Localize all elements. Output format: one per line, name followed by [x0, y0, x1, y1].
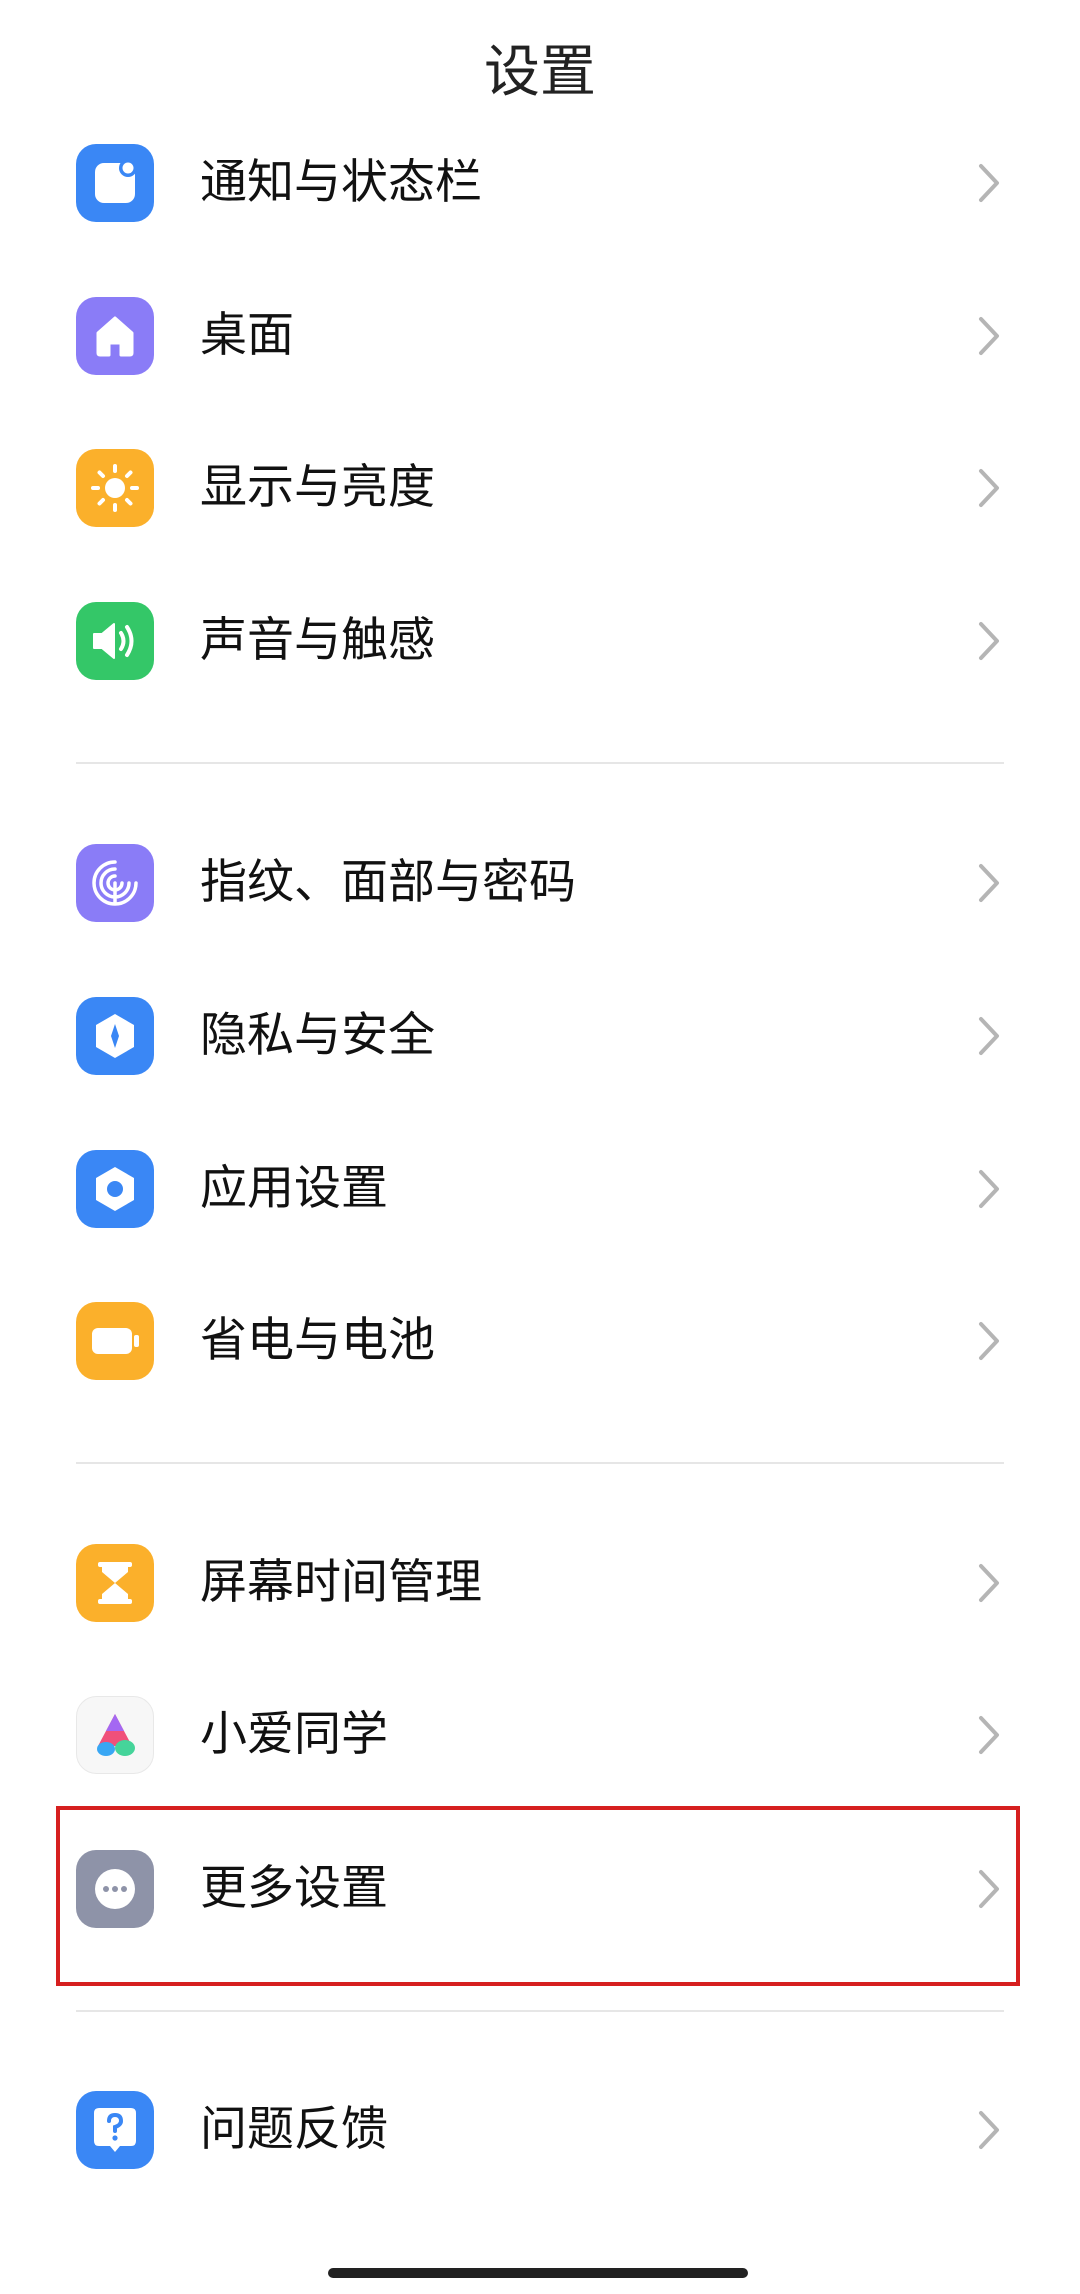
chevron-right-icon: [974, 1712, 1004, 1758]
section-divider: [76, 1462, 1004, 1464]
section-divider: [76, 762, 1004, 764]
chevron-right-icon: [974, 618, 1004, 664]
battery-icon: [76, 1302, 154, 1380]
settings-item-label: 指纹、面部与密码: [200, 855, 576, 910]
settings-item-desktop[interactable]: 桌面: [0, 261, 1080, 411]
settings-item-app-settings[interactable]: 应用设置: [0, 1114, 1080, 1264]
sun-icon: [76, 449, 154, 527]
settings-item-label: 应用设置: [200, 1161, 388, 1216]
settings-item-display[interactable]: 显示与亮度: [0, 413, 1080, 563]
page-title: 设置: [484, 40, 596, 105]
settings-item-label: 省电与电池: [200, 1313, 435, 1368]
hexagon-gear-icon: [76, 1150, 154, 1228]
settings-item-label: 小爱同学: [200, 1707, 388, 1762]
speaker-icon: [76, 602, 154, 680]
home-indicator[interactable]: [328, 2268, 748, 2278]
settings-item-sound[interactable]: 声音与触感: [0, 566, 1080, 716]
xiaoai-assistant-icon: [76, 1696, 154, 1774]
settings-item-label: 通知与状态栏: [200, 155, 482, 210]
chevron-right-icon: [974, 160, 1004, 206]
chevron-right-icon: [974, 2107, 1004, 2153]
question-icon: [76, 2091, 154, 2169]
settings-item-label: 声音与触感: [200, 613, 435, 668]
settings-item-notifications[interactable]: 通知与状态栏: [0, 108, 1080, 258]
settings-item-label: 桌面: [200, 308, 294, 363]
chevron-right-icon: [974, 1560, 1004, 1606]
chevron-right-icon: [974, 313, 1004, 359]
settings-item-label: 屏幕时间管理: [200, 1555, 482, 1610]
highlight-box: [56, 1806, 1020, 1986]
settings-item-xiaoai[interactable]: 小爱同学: [0, 1660, 1080, 1810]
notification-icon: [76, 144, 154, 222]
settings-item-label: 问题反馈: [200, 2102, 388, 2157]
chevron-right-icon: [974, 860, 1004, 906]
chevron-right-icon: [974, 465, 1004, 511]
settings-item-screen-time[interactable]: 屏幕时间管理: [0, 1508, 1080, 1658]
settings-item-fingerprint-face-password[interactable]: 指纹、面部与密码: [0, 808, 1080, 958]
chevron-right-icon: [974, 1013, 1004, 1059]
fingerprint-icon: [76, 844, 154, 922]
settings-item-label: 隐私与安全: [200, 1008, 435, 1063]
settings-item-battery[interactable]: 省电与电池: [0, 1266, 1080, 1416]
home-icon: [76, 297, 154, 375]
chevron-right-icon: [974, 1166, 1004, 1212]
hourglass-icon: [76, 1544, 154, 1622]
settings-item-privacy-security[interactable]: 隐私与安全: [0, 961, 1080, 1111]
section-divider: [76, 2010, 1004, 2012]
chevron-right-icon: [974, 1318, 1004, 1364]
settings-item-feedback[interactable]: 问题反馈: [0, 2055, 1080, 2205]
settings-item-label: 显示与亮度: [200, 460, 435, 515]
shield-icon: [76, 997, 154, 1075]
